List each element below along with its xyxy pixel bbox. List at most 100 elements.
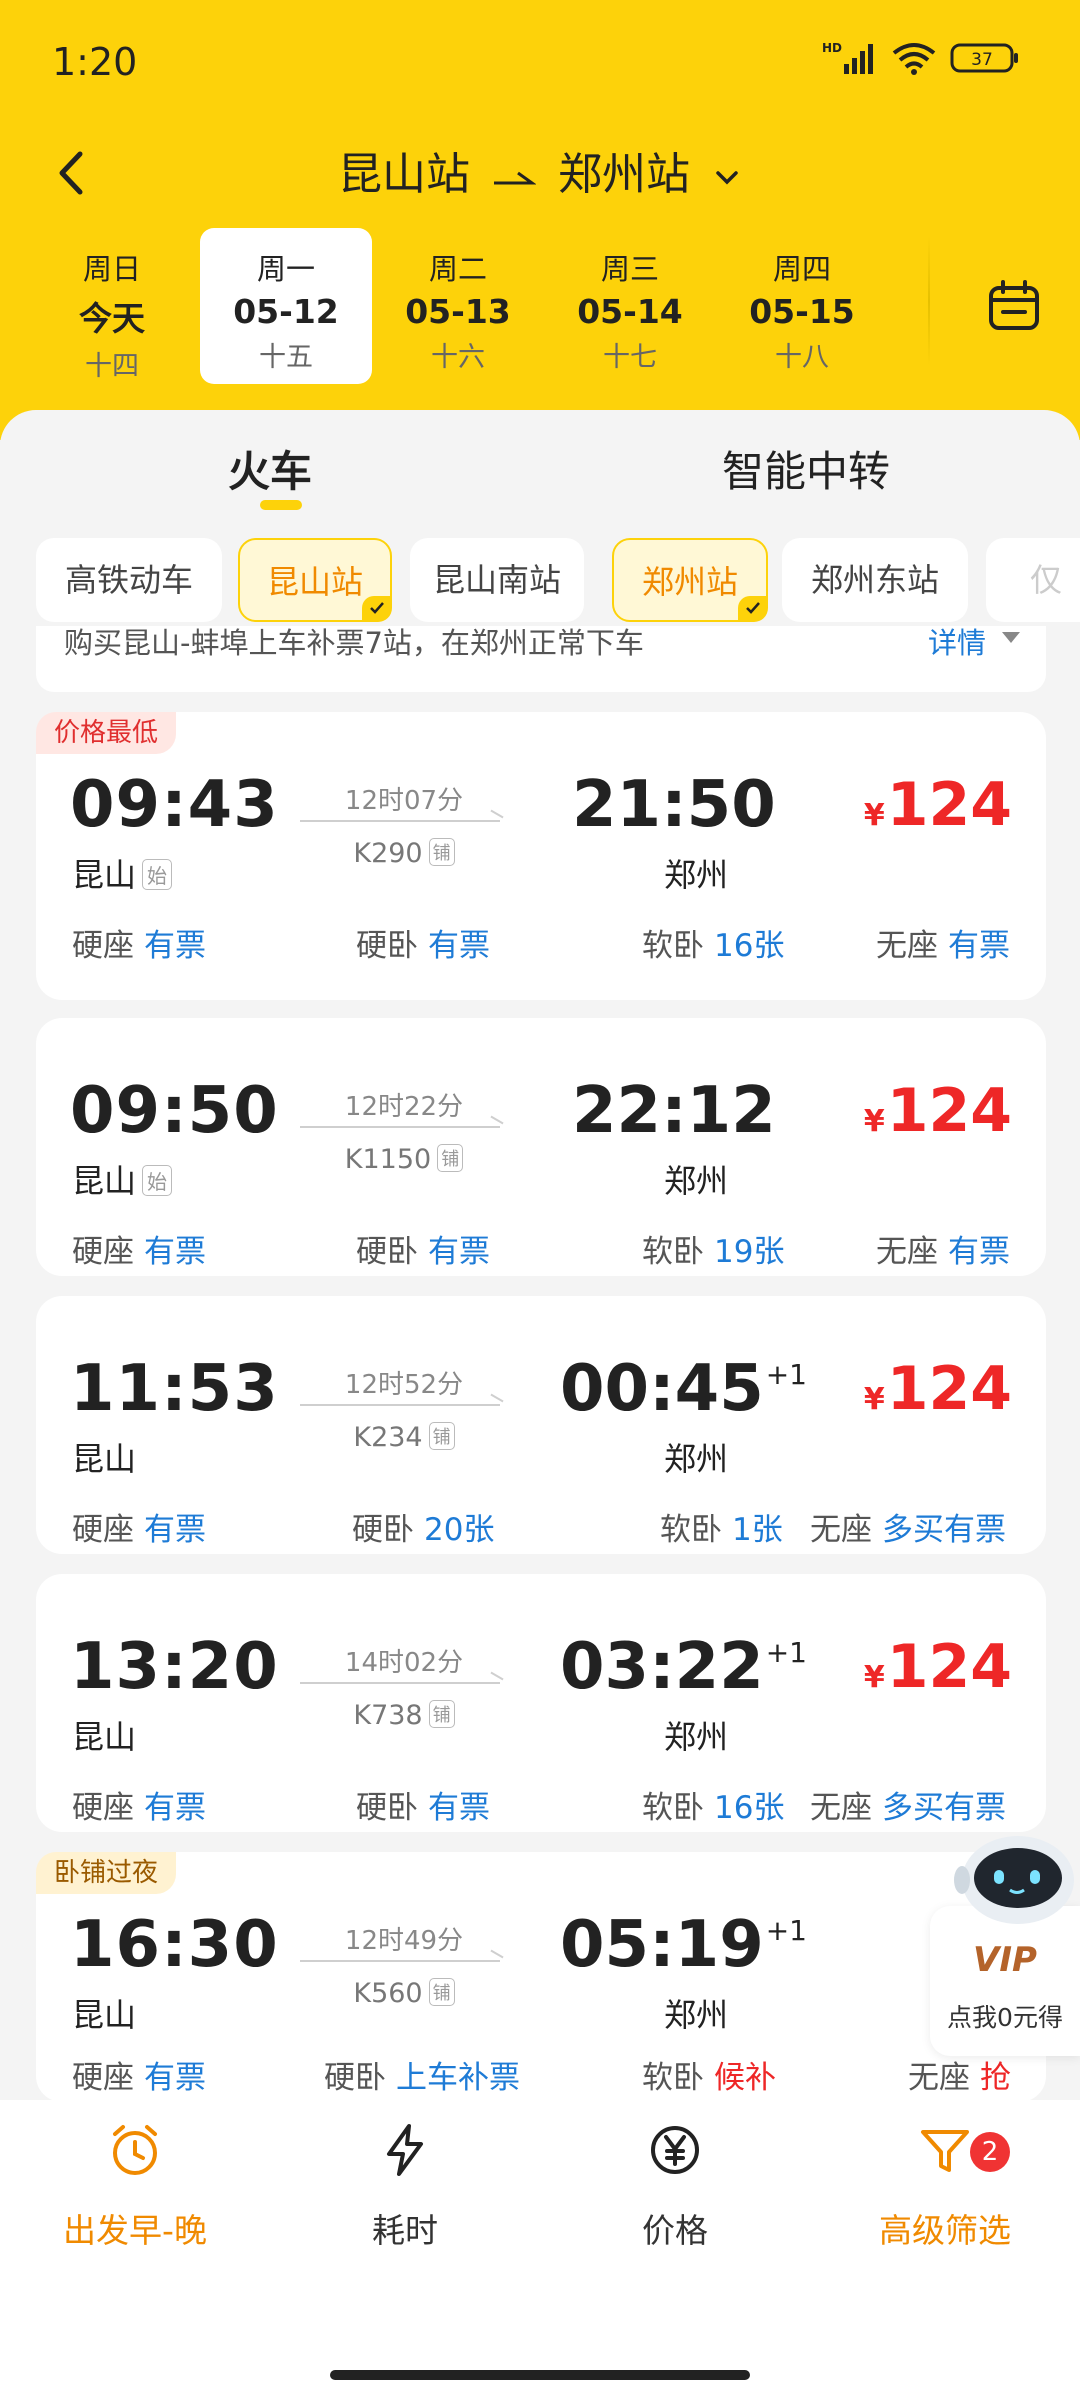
calendar-icon — [989, 280, 1039, 330]
seat-availability: 硬座 有票 — [72, 2052, 206, 2097]
seat-status: 候补 — [714, 2060, 776, 2096]
seat-availability: 硬卧 有票 — [356, 920, 490, 965]
seat-availability: 硬卧 20张 — [352, 1504, 494, 1549]
route-selector[interactable]: 昆山站 郑州站 — [0, 138, 1080, 202]
date-item[interactable]: 周一 05-12 十五 — [200, 228, 372, 384]
arrival-time-text: 21:50 — [572, 768, 776, 842]
date-day: 05-12 — [233, 292, 339, 331]
departure-station-name: 昆山 — [72, 1162, 137, 1200]
train-number-text: K290 — [353, 838, 423, 869]
departure-station-name: 昆山 — [72, 1996, 137, 2034]
yuan-icon — [651, 2126, 699, 2174]
seat-status: 有票 — [428, 928, 490, 964]
seat-availability: 无座抢 — [908, 2052, 1011, 2097]
filter-chip[interactable]: 郑州东站 — [782, 538, 968, 622]
filter-chip[interactable]: 昆山站 — [238, 538, 392, 622]
arrival-station: 郑州 — [664, 1996, 729, 2034]
train-number: K560 铺 — [300, 1977, 508, 2009]
sort-duration-label: 耗时 — [372, 2211, 438, 2250]
seat-type: 无座 — [876, 928, 938, 964]
seat-availability: 硬座 有票 — [72, 1504, 206, 1549]
seat-availability: 无座 有票 — [876, 1226, 1010, 1271]
calendar-button[interactable] — [986, 278, 1042, 334]
advanced-filter-button[interactable]: 2 高级筛选 — [810, 2120, 1080, 2252]
chip-label: 高铁动车 — [64, 561, 193, 599]
date-lunar: 十四 — [85, 351, 139, 382]
seat-type: 硬卧 — [352, 1512, 414, 1548]
arrival-station: 郑州 — [664, 1440, 729, 1478]
origin-tag: 始 — [142, 1164, 173, 1196]
date-day: 今天 — [79, 299, 145, 338]
check-icon — [362, 596, 392, 622]
duration-arrow — [300, 1960, 500, 1962]
sort-duration-button[interactable]: 耗时 — [270, 2120, 540, 2252]
chip-label: 郑州东站 — [810, 561, 939, 599]
sort-price-label: 价格 — [642, 2211, 708, 2250]
duration-arrow — [300, 820, 500, 822]
tab-train[interactable]: 火车 — [228, 438, 312, 499]
departure-station: 昆山 — [72, 1990, 136, 2036]
filter-chip[interactable]: 仅 — [986, 538, 1080, 622]
date-weekday: 周日 — [82, 252, 141, 286]
departure-station: 昆山 — [72, 1712, 136, 1758]
sort-price-button[interactable]: 价格 — [540, 2120, 810, 2252]
arrival-time-text: 22:12 — [572, 1074, 776, 1148]
sleeper-tag: 铺 — [428, 837, 455, 866]
filter-chip[interactable]: 昆山南站 — [410, 538, 584, 622]
departure-time: 16:30 — [70, 1908, 279, 1982]
train-card[interactable]: 09:50 昆山始 12时22分 K1150 铺 22:12 郑州 ¥124 硬座 有票 硬卧 有票软… — [36, 1018, 1046, 1276]
chip-label: 郑州站 — [641, 563, 738, 601]
duration: 12时07分 — [344, 786, 464, 816]
price-value: 124 — [886, 770, 1012, 840]
sort-depart-button[interactable]: 出发早-晚 — [0, 2120, 270, 2252]
next-day-tag: +1 — [765, 1636, 807, 1669]
date-item[interactable]: 周三 05-14 十七 — [544, 228, 716, 384]
date-item[interactable]: 周日 今天 十四 — [26, 228, 198, 384]
seat-type: 软卧 — [642, 928, 704, 964]
arrival-station: 郑州 — [664, 1718, 729, 1756]
seat-status: 1张 — [732, 1512, 783, 1548]
sort-depart-label: 出发早-晚 — [63, 2211, 207, 2250]
train-number: K738 铺 — [300, 1699, 508, 1731]
svg-text:37: 37 — [971, 50, 993, 70]
station-filter-chips: 高铁动车 昆山站 昆山南站 郑州站 郑州东站 仅 — [0, 538, 1080, 624]
ticket-price: ¥124 — [864, 770, 1012, 840]
departure-station: 昆山始 — [72, 850, 173, 896]
ticket-price: ¥124 — [864, 1354, 1012, 1424]
tab-transfer[interactable]: 智能中转 — [722, 438, 890, 499]
seat-type: 硬座 — [72, 1234, 134, 1270]
arrival-time-text: 00:45 — [560, 1352, 764, 1426]
caret-down-icon — [1002, 632, 1020, 643]
train-card[interactable]: 13:20 昆山 14时02分 K738 铺 03:22+1 郑州 ¥124 硬座 有票 硬卧 有票软… — [36, 1574, 1046, 1832]
seat-type: 无座 — [810, 1512, 872, 1548]
seat-type: 软卧 — [642, 1234, 704, 1270]
vip-title: VIP — [973, 1940, 1037, 1980]
sleeper-tag: 铺 — [428, 1699, 455, 1728]
duration-arrow — [300, 1404, 500, 1406]
notice-detail-link[interactable]: 详情 — [928, 626, 986, 662]
duration: 12时22分 — [344, 1092, 464, 1122]
seat-type: 硬座 — [72, 2060, 134, 2096]
train-card[interactable]: 11:53 昆山 12时52分 K234 铺 00:45+1 郑州 ¥124 硬座 有票 硬卧 20张… — [36, 1296, 1046, 1554]
assistant-robot-icon[interactable] — [950, 1820, 1080, 1930]
currency-symbol: ¥ — [863, 1660, 885, 1695]
date-lunar: 十七 — [603, 342, 657, 373]
date-item[interactable]: 周四 05-15 十八 — [716, 228, 888, 384]
departure-time: 09:43 — [70, 768, 279, 842]
currency-symbol: ¥ — [863, 1382, 885, 1417]
alarm-clock-icon — [113, 2125, 157, 2175]
chip-label: 昆山南站 — [432, 561, 561, 599]
filter-chip[interactable]: 高铁动车 — [36, 538, 222, 622]
train-card[interactable]: 卧铺过夜16:30昆山12时49分K560铺05:19+1郑州¥1硬座有票硬卧上… — [36, 1852, 1046, 2102]
seat-availability: 硬卧 有票 — [356, 1782, 490, 1827]
date-item[interactable]: 周二 05-13 十六 — [372, 228, 544, 384]
date-lunar: 十六 — [431, 342, 485, 373]
transfer-notice[interactable]: 购买昆山-蚌埠上车补票7站，在郑州正常下车 详情 — [36, 626, 1046, 692]
right-arrow-icon — [494, 171, 536, 185]
filter-chip[interactable]: 郑州站 — [612, 538, 768, 622]
seat-type: 软卧 — [642, 1790, 704, 1826]
train-card[interactable]: 价格最低 09:43 昆山始 12时07分 K290 铺 21:50 郑州 ¥124 硬座 有票 硬卧… — [36, 712, 1046, 1000]
seat-status: 有票 — [948, 928, 1010, 964]
seat-status: 16张 — [714, 928, 785, 964]
seat-status: 有票 — [144, 1234, 206, 1270]
